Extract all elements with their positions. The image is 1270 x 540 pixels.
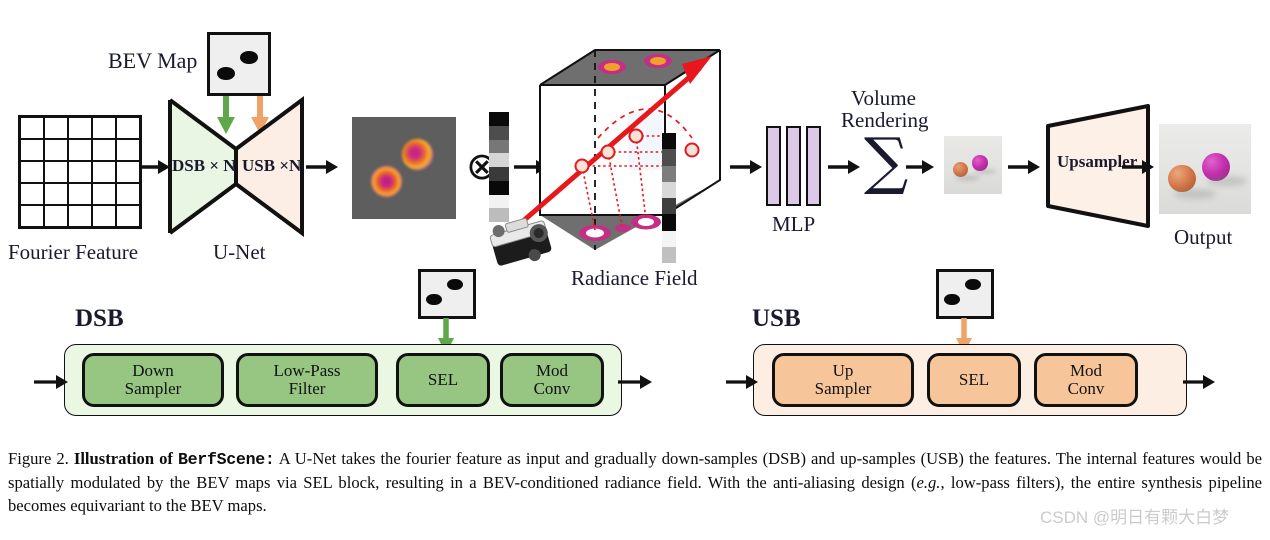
vector-cell (662, 230, 676, 247)
rendered-image-lowres (944, 136, 1002, 194)
dsb-stage-low-pass-filter[interactable]: Low-Pass Filter (236, 353, 378, 407)
usb-stage-line1: Up (832, 361, 854, 381)
arrow-usb-in (726, 375, 758, 389)
dsb-stage-down-sampler[interactable]: Down Sampler (82, 353, 224, 407)
vector-cell (662, 198, 676, 215)
dsb-stage-line1: Low-Pass (273, 361, 341, 381)
unet-label: U-Net (213, 240, 266, 264)
feature-blob (401, 139, 434, 171)
figure-canvas: Fourier Feature BEV Map DSB × N USB ×N U… (0, 0, 1270, 540)
fourier-feature-grid (18, 115, 142, 229)
caption-bold-lead: Illustration of (73, 449, 173, 468)
vector-cell (489, 153, 509, 167)
feature-blob (370, 165, 402, 197)
usb-title: USB (752, 305, 801, 332)
arrow-dsb-in (34, 375, 68, 389)
vector-cell (662, 133, 676, 150)
cube-feature-vector (662, 133, 676, 263)
dsb-stage-line2: Sampler (124, 379, 182, 398)
dsb-title: DSB (75, 305, 124, 332)
arrow-dsb-out (618, 375, 652, 389)
radiance-field-label: Radiance Field (571, 266, 698, 290)
bev-map-dsb (418, 269, 476, 319)
vector-cell (489, 194, 509, 209)
caption-figure-number: Figure 2. (8, 449, 69, 468)
output-label: Output (1174, 225, 1233, 249)
arrow-render-to-upsampler (1008, 160, 1040, 174)
modulation-vector (489, 112, 509, 222)
dsb-stage-line2: Filter (288, 379, 326, 398)
vector-cell (662, 181, 676, 198)
bev-blob (239, 50, 258, 64)
usb-stage-line2: Sampler (814, 379, 872, 398)
bev-map-top (207, 32, 271, 96)
bev-blob (216, 66, 235, 81)
usb-stage-line1: Mod (1069, 361, 1103, 381)
output-image (1159, 124, 1251, 214)
usb-stage-mod-conv[interactable]: Mod Conv (1034, 353, 1138, 407)
watermark: CSDN @明日有颗大白梦 (1040, 508, 1230, 527)
mlp-layer (766, 126, 781, 206)
summation-icon: ∑ (864, 124, 909, 197)
dsb-stage-line2: Conv (533, 379, 571, 398)
camera-icon (489, 217, 552, 266)
vector-cell (489, 180, 509, 195)
arrow-cube-to-mlp (730, 160, 762, 174)
caption-eg: e.g. (916, 473, 941, 493)
dsb-stage-line1: Mod (535, 361, 569, 381)
vector-cell (489, 139, 509, 154)
usb-stage-sel[interactable]: SEL (927, 353, 1021, 407)
vector-cell (662, 149, 676, 166)
arrow-upsampler-to-output (1122, 160, 1154, 174)
cube-geometry (520, 49, 721, 250)
bev-blob (447, 279, 463, 291)
dsb-stage-line1: SEL (427, 370, 459, 390)
bev-map-usb (936, 269, 994, 319)
dsb-stage-line1: Down (132, 361, 174, 381)
arrow-mlp-to-sum (828, 160, 860, 174)
mlp-label: MLP (772, 212, 816, 236)
vector-cell (662, 214, 676, 231)
vector-cell (662, 165, 676, 182)
usb-xn-label: USB ×N (242, 156, 302, 175)
arrow-usb-out (1183, 375, 1215, 389)
mlp-layer (806, 126, 821, 206)
usb-stage-line2: Conv (1067, 379, 1105, 398)
mlp-layer (786, 126, 801, 206)
usb-stage-up-sampler[interactable]: Up Sampler (772, 353, 914, 407)
bev-blob (944, 294, 960, 306)
dsb-stage-sel[interactable]: SEL (396, 353, 490, 407)
dsb-stage-mod-conv[interactable]: Mod Conv (500, 353, 604, 407)
dsb-xn-label: DSB × N (172, 156, 236, 175)
bev-blob (965, 279, 981, 291)
vector-cell (489, 125, 509, 140)
fourier-feature-label: Fourier Feature (8, 240, 139, 264)
arrow-unet-to-featuremap (306, 160, 338, 174)
bev-map-label: BEV Map (108, 48, 198, 73)
bev-blob (426, 294, 442, 306)
feature-map-image (352, 117, 456, 219)
usb-stage-line1: SEL (958, 370, 990, 390)
radiance-field-cube (520, 49, 721, 263)
vector-cell (662, 246, 676, 263)
vector-cell (489, 112, 509, 126)
arrow-sum-to-render (906, 160, 934, 174)
caption-method-name: BerfScene: (177, 450, 275, 469)
vector-cell (489, 167, 509, 181)
